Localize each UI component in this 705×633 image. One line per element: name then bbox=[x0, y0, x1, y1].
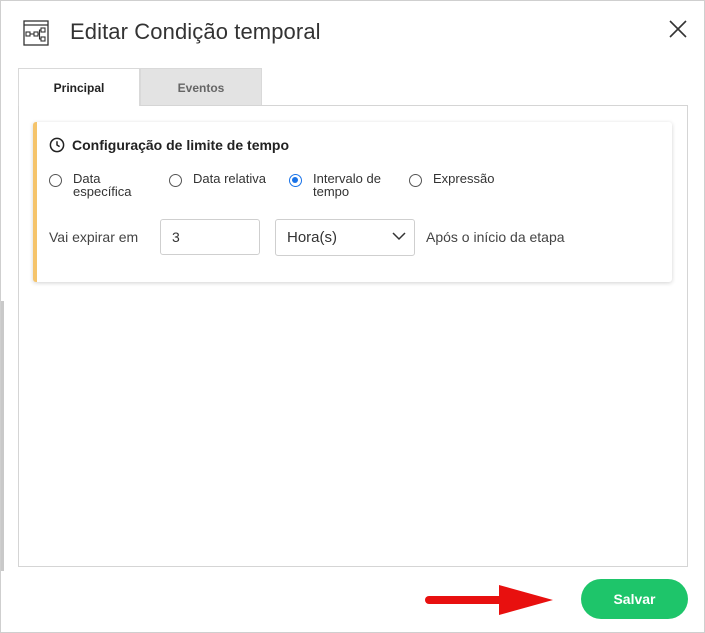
radio-expressao[interactable] bbox=[409, 174, 422, 187]
expire-amount-input[interactable]: 3 bbox=[160, 219, 260, 255]
radio-label-data-relativa[interactable]: Data relativa bbox=[193, 172, 266, 185]
workflow-diagram-icon bbox=[23, 20, 49, 46]
red-arrow-icon bbox=[425, 585, 553, 615]
save-button[interactable]: Salvar bbox=[581, 579, 688, 619]
radio-label-intervalo-de-tempo[interactable]: Intervalo de tempo bbox=[313, 172, 381, 198]
radio-intervalo-de-tempo[interactable] bbox=[289, 174, 302, 187]
tab-principal[interactable]: Principal bbox=[18, 68, 140, 106]
radio-data-especifica[interactable] bbox=[49, 174, 62, 187]
close-icon[interactable] bbox=[667, 18, 689, 40]
expire-label: Vai expirar em bbox=[49, 229, 139, 245]
edit-temporal-condition-dialog: Editar Condição temporal Principal Event… bbox=[0, 0, 705, 633]
after-step-start-label: Após o início da etapa bbox=[426, 229, 565, 245]
tab-eventos[interactable]: Eventos bbox=[140, 68, 262, 106]
radio-data-relativa[interactable] bbox=[169, 174, 182, 187]
radio-label-data-especifica[interactable]: Data específica bbox=[73, 172, 132, 198]
dialog-title: Editar Condição temporal bbox=[70, 19, 321, 44]
background-strip bbox=[1, 301, 4, 571]
card-title: Configuração de limite de tempo bbox=[72, 137, 290, 153]
radio-label-expressao[interactable]: Expressão bbox=[433, 172, 494, 185]
clock-icon bbox=[49, 137, 65, 153]
chevron-down-icon[interactable] bbox=[392, 231, 406, 241]
